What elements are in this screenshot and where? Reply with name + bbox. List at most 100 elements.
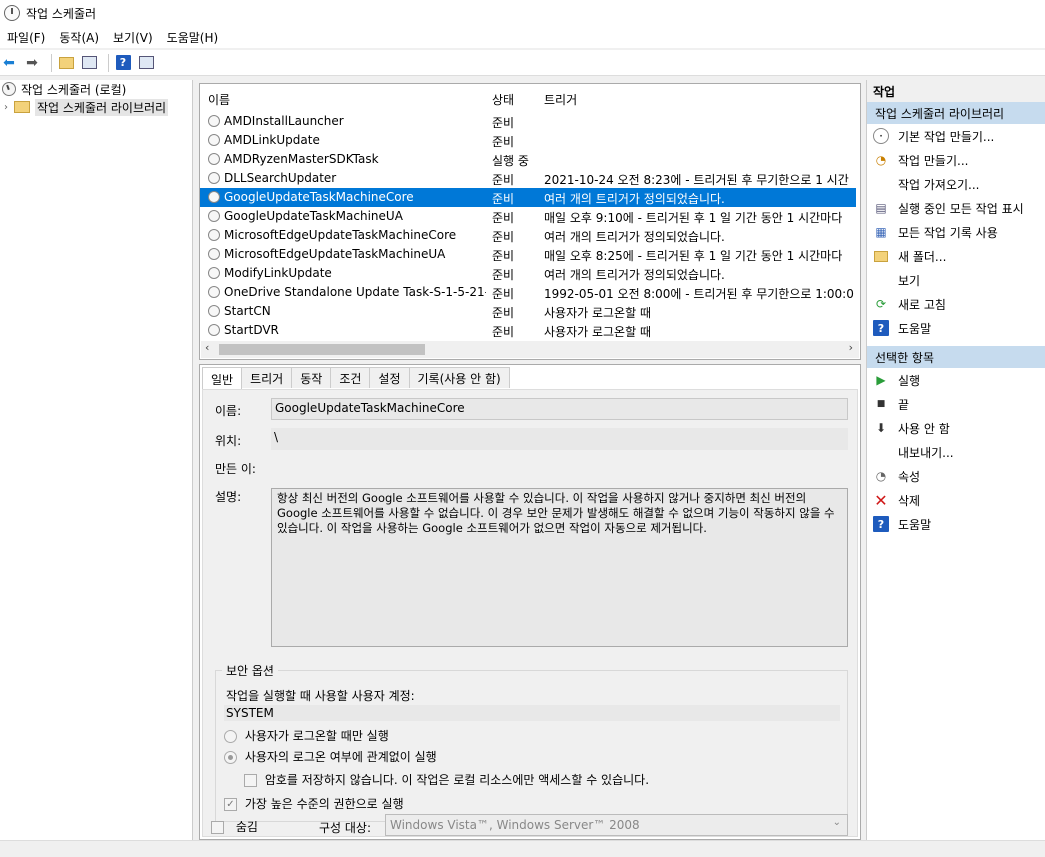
export-item[interactable]: 내보내기... [867, 440, 1045, 464]
import-task-item[interactable]: 작업 가져오기... [867, 172, 1045, 196]
create-task-icon: ◔ [875, 153, 887, 167]
table-row-selected[interactable]: GoogleUpdateTaskMachineCore 준비 여러 개의 트리거가 … [200, 188, 856, 207]
refresh-item[interactable]: ⟳ 새로 고침 [867, 292, 1045, 316]
scroll-thumb[interactable] [219, 344, 425, 355]
column-name-header[interactable]: 이름 [208, 91, 230, 108]
list-header: 이름 상태 트리거 [200, 88, 860, 110]
table-row[interactable]: StartDVR 준비 사용자가 로그온할 때 [200, 321, 856, 340]
chevron-down-icon: ⌄ [832, 817, 841, 828]
security-options-title: 보안 옵션 [222, 662, 278, 679]
actions-header: 작업 [867, 80, 1045, 102]
table-row[interactable]: OneDrive Standalone Update Task-S-1-5-21… [200, 283, 856, 302]
table-row[interactable]: StartCN 준비 사용자가 로그온할 때 [200, 302, 856, 321]
radio-button-selected[interactable] [224, 751, 237, 764]
menu-action[interactable]: 동작(A) [52, 29, 106, 46]
tree-root[interactable]: 작업 스케줄러 (로컬) [0, 80, 192, 98]
toolbar: ⬅ ➡ ? [0, 50, 1045, 76]
checkbox[interactable] [244, 774, 257, 787]
running-tasks-icon: ▤ [875, 201, 887, 215]
new-folder-item[interactable]: 새 폴더... [867, 244, 1045, 268]
task-name-field[interactable]: GoogleUpdateTaskMachineCore [271, 398, 848, 420]
configure-for-select[interactable]: Windows Vista™, Windows Server™ 2008 ⌄ [385, 814, 848, 836]
tab-settings[interactable]: 설정 [369, 367, 410, 388]
table-row[interactable]: MicrosoftEdgeUpdateTaskMachineUA 준비 매일 오후 … [200, 245, 856, 264]
scroll-right-icon[interactable]: › [849, 341, 853, 354]
up-folder-icon[interactable] [57, 54, 75, 72]
toolbar-separator [51, 53, 52, 72]
table-row[interactable]: GoogleUpdateTaskMachineUA 준비 매일 오후 9:10에 -… [200, 207, 856, 226]
configure-for-label: 구성 대상: [319, 821, 372, 835]
back-arrow-icon[interactable]: ⬅ [0, 54, 18, 72]
checkbox[interactable] [211, 821, 224, 834]
table-row[interactable]: AMDRyzenMasterSDKTask 실행 중 [200, 150, 856, 169]
radio-button[interactable] [224, 730, 237, 743]
help-item-2[interactable]: ? 도움말 [867, 512, 1045, 536]
delete-item[interactable]: ✕ 삭제 [867, 488, 1045, 512]
basic-task-icon: · [873, 128, 889, 144]
menu-file[interactable]: 파일(F) [0, 29, 52, 46]
display-running-tasks-item[interactable]: ▤ 실행 중인 모든 작업 표시 [867, 196, 1045, 220]
task-list: 이름 상태 트리거 AMDInstallLauncher 준비 AMDLinkUp… [199, 83, 861, 360]
checkbox-checked[interactable]: ✓ [224, 798, 237, 811]
table-row[interactable]: AMDLinkUpdate 준비 [200, 131, 856, 150]
menu-help[interactable]: 도움말(H) [160, 29, 226, 46]
task-clock-icon [208, 286, 220, 298]
view-item[interactable]: 보기 [867, 268, 1045, 292]
tab-history[interactable]: 기록(사용 안 함) [408, 367, 510, 388]
create-basic-task-item[interactable]: · 기본 작업 만들기... [867, 124, 1045, 148]
task-details: 일반 트리거 동작 조건 설정 기록(사용 안 함) 이름: GoogleUpd… [199, 364, 861, 840]
account-field[interactable]: SYSTEM [224, 705, 840, 721]
general-tab-body: 이름: GoogleUpdateTaskMachineCore 위치: \ 만든… [202, 389, 858, 837]
new-folder-icon [873, 248, 889, 264]
forward-arrow-icon[interactable]: ➡ [23, 54, 41, 72]
section-library[interactable]: 작업 스케줄러 라이브러리 [867, 102, 1045, 124]
radio-logon-only[interactable]: 사용자가 로그온할 때만 실행 [224, 727, 389, 744]
scroll-left-icon[interactable]: ‹ [205, 341, 209, 354]
show-hide-console-tree-icon[interactable] [80, 54, 98, 72]
tab-actions[interactable]: 동작 [291, 367, 332, 388]
table-row[interactable]: ModifyLinkUpdate 준비 여러 개의 트리거가 정의되었습니다. [200, 264, 856, 283]
help-item[interactable]: ? 도움말 [867, 316, 1045, 340]
column-status-header[interactable]: 상태 [492, 91, 514, 108]
properties-item[interactable]: ◔ 속성 [867, 464, 1045, 488]
expand-chevron-icon[interactable]: › [4, 102, 8, 113]
table-row[interactable]: DLLSearchUpdater 준비 2021-10-24 오전 8:23에 - … [200, 169, 856, 188]
disable-item[interactable]: ⬇ 사용 안 함 [867, 416, 1045, 440]
status-bar [0, 840, 1045, 857]
menu-view[interactable]: 보기(V) [106, 29, 160, 46]
author-label: 만든 이: [215, 462, 256, 476]
account-label: 작업을 실행할 때 사용할 사용자 계정: [226, 689, 415, 703]
play-icon: ▶ [876, 373, 886, 387]
tree-library-label: 작업 스케줄러 라이브러리 [35, 98, 169, 116]
task-location-field[interactable]: \ [271, 428, 848, 450]
do-not-store-password-checkbox[interactable]: 암호를 저장하지 않습니다. 이 작업은 로컬 리소스에만 액세스할 수 있습니… [244, 771, 649, 788]
task-clock-icon [208, 305, 220, 317]
refresh-icon: ⟳ [875, 297, 887, 311]
description-label: 설명: [215, 490, 242, 504]
horizontal-scrollbar[interactable]: ‹ › [201, 341, 859, 358]
name-label: 이름: [215, 404, 242, 418]
actions-pane: 작업 작업 스케줄러 라이브러리 · 기본 작업 만들기... ◔ 작업 만들기..… [866, 80, 1045, 840]
end-item[interactable]: ■ 끝 [867, 392, 1045, 416]
table-row[interactable]: AMDInstallLauncher 준비 [200, 112, 856, 131]
toolbar-separator [108, 53, 109, 72]
create-task-item[interactable]: ◔ 작업 만들기... [867, 148, 1045, 172]
tab-general[interactable]: 일반 [202, 367, 243, 390]
enable-history-item[interactable]: ▦ 모든 작업 기록 사용 [867, 220, 1045, 244]
menu-bar: 파일(F) 동작(A) 보기(V) 도움말(H) [0, 26, 1045, 48]
help-icon[interactable]: ? [114, 54, 132, 72]
show-action-pane-icon[interactable] [137, 54, 155, 72]
radio-whether-logged-on[interactable]: 사용자의 로그온 여부에 관계없이 실행 [224, 748, 437, 765]
description-field[interactable]: 항상 최신 버전의 Google 소프트웨어를 사용할 수 있습니다. 이 작업… [271, 488, 848, 647]
section-selected-item[interactable]: 선택한 항목 [867, 346, 1045, 368]
tab-triggers[interactable]: 트리거 [241, 367, 293, 388]
table-row[interactable]: MicrosoftEdgeUpdateTaskMachineCore 준비 여러 개… [200, 226, 856, 245]
hidden-checkbox[interactable]: 숨김 [211, 818, 258, 835]
tree-library[interactable]: › 작업 스케줄러 라이브러리 [0, 98, 192, 116]
column-trigger-header[interactable]: 트리거 [544, 91, 577, 108]
tab-conditions[interactable]: 조건 [330, 367, 371, 388]
highest-privileges-checkbox[interactable]: ✓ 가장 높은 수준의 권한으로 실행 [224, 795, 404, 812]
run-item[interactable]: ▶ 실행 [867, 368, 1045, 392]
window-title: 작업 스케줄러 [26, 6, 97, 21]
task-clock-icon [208, 191, 220, 203]
